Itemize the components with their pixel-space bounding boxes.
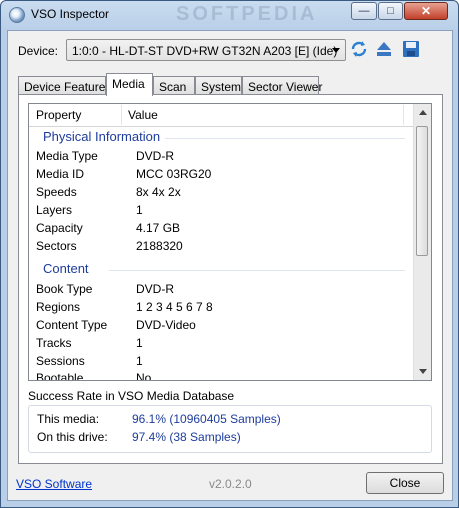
group-divider — [165, 138, 405, 139]
list-item-value: No — [136, 371, 152, 381]
list-item-value: 1 2 3 4 5 6 7 8 — [136, 300, 213, 314]
list-item-value: DVD-R — [136, 149, 174, 163]
this-drive-value: 97.4% (38 Samples) — [132, 430, 241, 444]
group-heading: Content — [43, 261, 89, 276]
list-item-value: DVD-Video — [136, 318, 196, 332]
chevron-down-icon — [332, 48, 340, 53]
tab-sector-viewer[interactable]: Sector Viewer — [242, 76, 322, 95]
list-item-value: 4.17 GB — [136, 221, 181, 235]
window-title: VSO Inspector — [31, 7, 110, 21]
list-item-value: 1 — [136, 203, 143, 217]
title-bar[interactable]: VSO Inspector SOFTPEDIA — □ ✕ — [1, 1, 458, 29]
group-heading: Physical Information — [43, 129, 161, 144]
watermark: SOFTPEDIA — [176, 3, 318, 25]
tab-system[interactable]: System — [195, 76, 242, 95]
list-item-property: Regions — [36, 300, 81, 314]
list-item-property: Content Type — [36, 318, 108, 332]
list-item-property: Layers — [36, 203, 73, 217]
vso-software-link[interactable]: VSO Software — [16, 477, 92, 491]
scroll-up-icon[interactable] — [414, 104, 431, 121]
client-area: Device: 1:0:0 - HL-DT-ST DVD+RW GT32N A2… — [7, 30, 453, 501]
list-item-value: 8x 4x 2x — [136, 185, 181, 199]
eject-icon[interactable] — [375, 40, 393, 58]
media-panel: Property Value Physical Information Medi… — [18, 94, 443, 464]
column-divider[interactable] — [403, 105, 404, 125]
scroll-down-icon[interactable] — [414, 363, 431, 380]
app-window: VSO Inspector SOFTPEDIA — □ ✕ Device: 1:… — [0, 0, 459, 508]
list-item-value: 1 — [136, 336, 143, 350]
list-item-property: Media Type — [36, 149, 98, 163]
list-item-property: Speeds — [36, 185, 77, 199]
this-media-value: 96.1% (10960405 Samples) — [132, 412, 281, 426]
list-item-property: Sectors — [36, 239, 77, 253]
save-icon[interactable] — [402, 40, 420, 58]
vertical-scrollbar[interactable] — [413, 104, 431, 380]
property-list[interactable]: Property Value Physical Information Medi… — [28, 103, 432, 381]
list-item-property: Sessions — [36, 354, 85, 368]
version-label: v2.0.2.0 — [209, 477, 252, 491]
device-dropdown[interactable]: 1:0:0 - HL-DT-ST DVD+RW GT32N A203 [E] (… — [66, 39, 346, 61]
list-item-property: Book Type — [36, 282, 93, 296]
list-item-value: 1 — [136, 354, 143, 368]
tab-device-features[interactable]: Device Features — [18, 76, 111, 95]
list-header: Property Value — [29, 104, 414, 127]
group-divider — [109, 270, 405, 271]
list-item-property: Bootable — [36, 371, 84, 381]
this-drive-label: On this drive: — [37, 430, 108, 444]
tab-scan[interactable]: Scan — [153, 76, 195, 95]
success-rate-box: This media: 96.1% (10960405 Samples) On … — [28, 405, 432, 453]
refresh-icon[interactable] — [350, 40, 368, 58]
success-rate-title: Success Rate in VSO Media Database — [28, 389, 235, 403]
this-media-label: This media: — [37, 412, 100, 426]
list-item-value: DVD-R — [136, 282, 174, 296]
column-header-property[interactable]: Property — [36, 108, 81, 122]
list-item-value: MCC 03RG20 — [136, 167, 212, 181]
list-item-value: 2188320 — [136, 239, 183, 253]
close-window-button[interactable]: ✕ — [404, 2, 448, 20]
column-header-value[interactable]: Value — [128, 108, 158, 122]
device-label: Device: — [18, 44, 59, 58]
minimize-button[interactable]: — — [351, 2, 377, 20]
success-rate-section: Success Rate in VSO Media Database This … — [28, 385, 432, 455]
app-logo-icon — [9, 7, 25, 23]
scrollbar-thumb[interactable] — [416, 126, 428, 256]
tab-media[interactable]: Media — [106, 73, 153, 96]
list-item-property: Capacity — [36, 221, 83, 235]
maximize-button[interactable]: □ — [378, 2, 403, 20]
close-button[interactable]: Close — [366, 472, 444, 494]
list-item-property: Media ID — [36, 167, 85, 181]
column-divider[interactable] — [121, 105, 122, 125]
device-selected-value: 1:0:0 - HL-DT-ST DVD+RW GT32N A203 [E] (… — [72, 44, 338, 58]
list-item-property: Tracks — [36, 336, 72, 350]
